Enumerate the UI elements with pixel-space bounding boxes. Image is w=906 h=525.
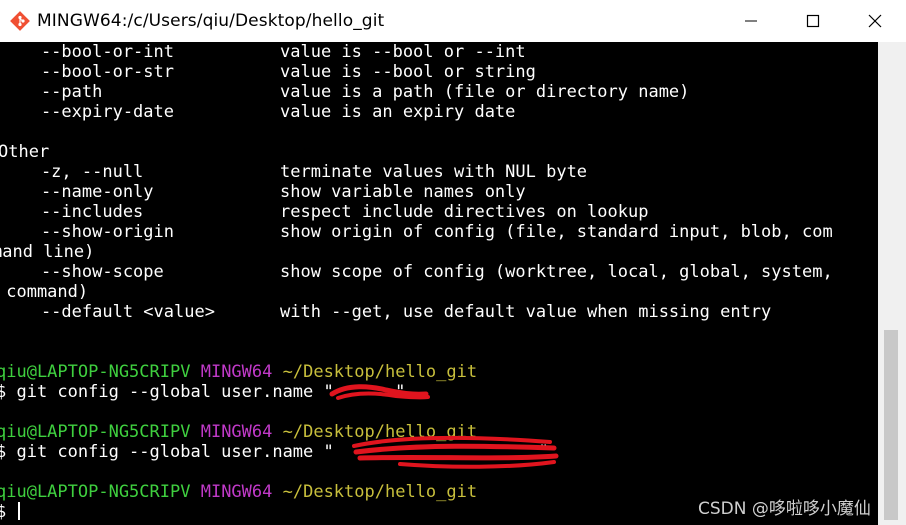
help-line: --expiry-date value is an expiry date xyxy=(0,102,516,122)
terminal-output[interactable]: --bool-or-int value is --bool or --int --… xyxy=(0,42,878,525)
close-button[interactable] xyxy=(844,0,906,42)
help-line: -z, --null terminate values with NUL byte xyxy=(0,162,588,182)
help-line: --path value is a path (file or directory… xyxy=(0,82,690,102)
minimize-button[interactable] xyxy=(720,0,782,42)
help-line-wrap: command) xyxy=(0,282,89,302)
command-line: $ git config --global user.name " " xyxy=(0,382,406,402)
vertical-scrollbar[interactable] xyxy=(878,42,906,525)
prompt-path: ~/Desktop/hello_git xyxy=(282,362,478,382)
minimize-icon xyxy=(745,20,757,22)
help-line: --includes respect include directives on … xyxy=(0,202,649,222)
prompt-path: ~/Desktop/hello_git xyxy=(282,422,478,442)
prompt-line: qiu@LAPTOP-NG5CRIPV MINGW64 ~/Desktop/he… xyxy=(0,482,477,502)
help-line: --bool-or-int value is --bool or --int xyxy=(0,42,526,62)
window-title: MINGW64:/c/Users/qiu/Desktop/hello_git xyxy=(37,11,385,31)
input-line[interactable]: $ xyxy=(0,502,21,522)
title-bar[interactable]: MINGW64:/c/Users/qiu/Desktop/hello_git xyxy=(0,0,906,42)
help-line: --default <value> with --get, use default… xyxy=(0,302,772,322)
prompt-shell: MINGW64 xyxy=(200,422,273,442)
help-section-heading: Other xyxy=(0,142,50,162)
help-line: --name-only show variable names only xyxy=(0,182,526,202)
maximize-button[interactable] xyxy=(782,0,844,42)
terminal-window: MINGW64:/c/Users/qiu/Desktop/hello_git -… xyxy=(0,0,906,525)
command-line: $ git config --global user.name " " xyxy=(0,442,549,462)
help-line: --bool-or-str value is --bool or string xyxy=(0,62,536,82)
git-logo-icon xyxy=(9,10,31,32)
prompt-user: qiu@LAPTOP-NG5CRIPV xyxy=(0,422,191,442)
prompt-user: qiu@LAPTOP-NG5CRIPV xyxy=(0,482,191,502)
prompt-user: qiu@LAPTOP-NG5CRIPV xyxy=(0,362,191,382)
close-icon xyxy=(868,14,882,28)
prompt-shell: MINGW64 xyxy=(200,362,273,382)
help-line-wrap: mand line) xyxy=(0,242,95,262)
help-line: --show-scope show scope of config (worktr… xyxy=(0,262,833,282)
prompt-shell: MINGW64 xyxy=(200,482,273,502)
text-cursor xyxy=(18,502,21,520)
scrollbar-thumb[interactable] xyxy=(884,330,898,520)
prompt-line: qiu@LAPTOP-NG5CRIPV MINGW64 ~/Desktop/he… xyxy=(0,422,477,442)
help-line: --show-origin show origin of config (file… xyxy=(0,222,833,242)
watermark: CSDN @哆啦哆小魔仙 xyxy=(698,499,871,519)
maximize-icon xyxy=(806,14,820,28)
prompt-line: qiu@LAPTOP-NG5CRIPV MINGW64 ~/Desktop/he… xyxy=(0,362,477,382)
prompt-path: ~/Desktop/hello_git xyxy=(282,482,478,502)
